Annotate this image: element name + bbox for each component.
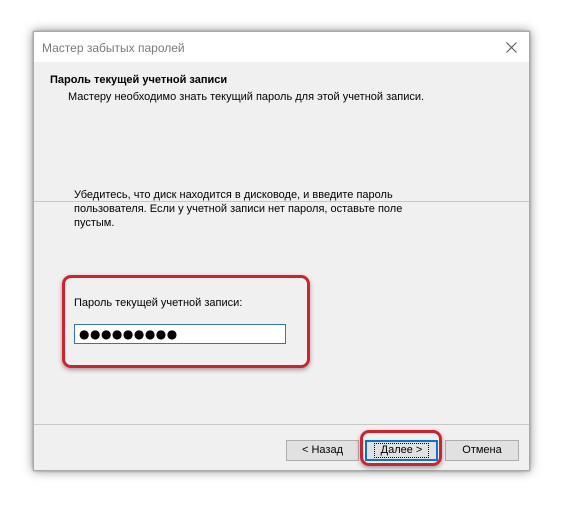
password-input[interactable] [74,324,286,344]
next-button-label: Далее > [373,443,430,458]
password-label: Пароль текущей учетной записи: [74,297,243,309]
instructions-text: Убедитесь, что диск находится в дисковод… [74,189,403,229]
password-field-highlight [62,275,310,368]
footer-divider [34,424,529,425]
page-description: Мастеру необходимо знать текущий пароль … [68,91,425,103]
cancel-button[interactable]: Отмена [445,440,519,461]
wizard-dialog: Мастер забытых паролей Пароль текущей уч… [33,31,530,471]
close-button[interactable] [493,32,529,62]
title-bar[interactable]: Мастер забытых паролей [34,32,529,62]
screenshot-stage: Мастер забытых паролей Пароль текущей уч… [0,0,563,505]
window-title: Мастер забытых паролей [42,41,185,55]
back-button[interactable]: < Назад [286,440,359,461]
wizard-header: Пароль текущей учетной записи Мастеру не… [34,62,529,202]
next-button[interactable]: Далее > [365,440,438,461]
close-icon [506,42,517,53]
page-title: Пароль текущей учетной записи [50,74,228,86]
